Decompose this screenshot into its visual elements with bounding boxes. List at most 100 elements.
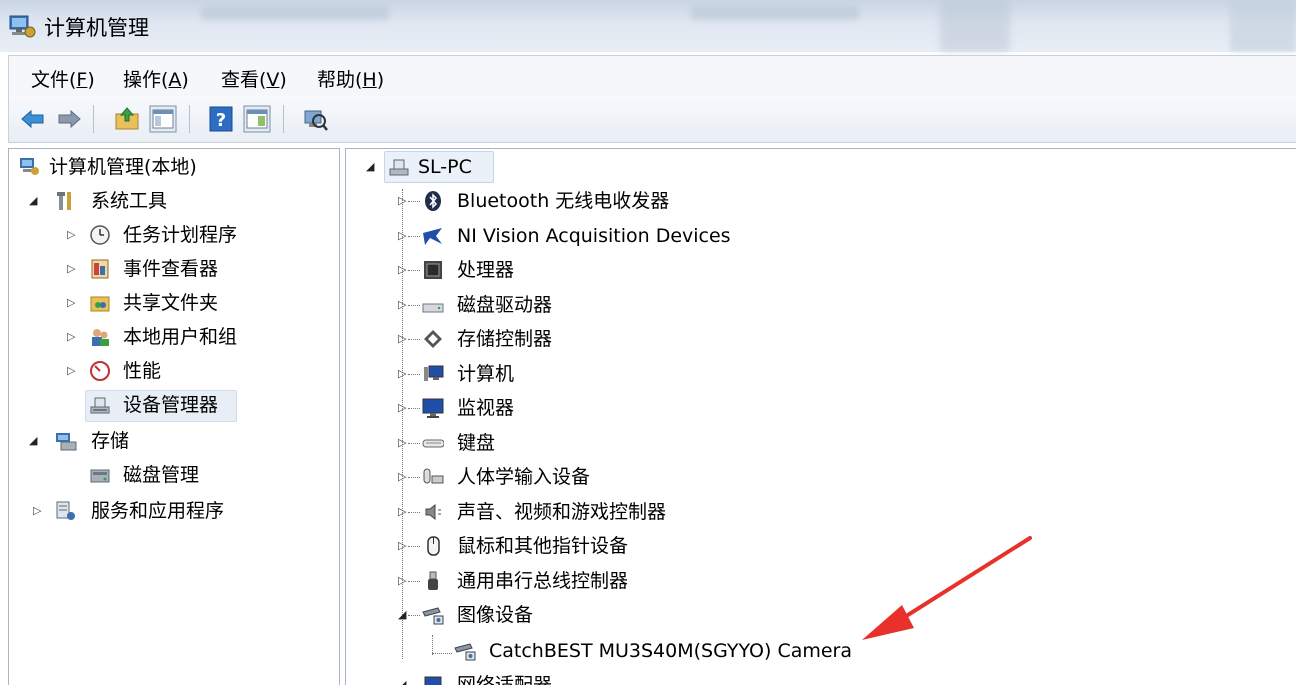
toolbar-separator (283, 105, 284, 133)
tools-icon (57, 192, 71, 210)
tree-item-ni-vision[interactable]: ▷ NI Vision Acquisition Devices (346, 220, 946, 252)
expand-triangle-icon[interactable]: ▷ (398, 496, 406, 528)
tree-item-mice[interactable]: ▷ 鼠标和其他指针设备 (346, 530, 946, 562)
tree-label: 设备管理器 (123, 394, 219, 416)
hid-icon (423, 468, 444, 484)
device-manager-icon (90, 397, 110, 414)
expand-triangle-icon[interactable]: ▷ (33, 495, 41, 527)
menu-help-key: H (362, 69, 377, 91)
menu-bar: 文件(F) 操作(A) 查看(V) 帮助(H) (8, 55, 1296, 96)
tree-line (408, 374, 420, 375)
collapse-triangle-icon[interactable]: ◢ (29, 185, 37, 217)
tree-item-processor[interactable]: ▷ 处理器 (346, 254, 946, 286)
tree-item-event-viewer[interactable]: ▷ 事件查看器 (9, 253, 329, 285)
tree-item-storage[interactable]: ◢ 存储 (9, 425, 329, 457)
tree-line (408, 581, 420, 582)
tree-item-local-users-groups[interactable]: ▷ 本地用户和组 (9, 321, 329, 353)
tree-item-hid[interactable]: ▷ 人体学输入设备 (346, 461, 946, 493)
device-tree-pane: ◢ SL-PC ▷ Bluetooth 无线电收发器 ▷ NI Vision A… (345, 148, 1296, 685)
tree-item-sl-pc[interactable]: ◢ SL-PC (346, 151, 646, 183)
tree-line (408, 305, 420, 306)
tree-label: 事件查看器 (123, 258, 219, 280)
tree-item-device-manager[interactable]: 设备管理器 (9, 389, 329, 421)
expand-triangle-icon[interactable]: ▷ (398, 530, 406, 562)
expand-triangle-icon[interactable]: ▷ (67, 219, 75, 251)
collapse-triangle-icon[interactable]: ◢ (398, 669, 406, 685)
expand-triangle-icon[interactable]: ▷ (398, 254, 406, 286)
menu-action-tail: ) (181, 69, 189, 91)
properties-icon[interactable] (243, 105, 271, 133)
expand-triangle-icon[interactable]: ▷ (67, 321, 75, 353)
tree-item-task-scheduler[interactable]: ▷ 任务计划程序 (9, 219, 329, 251)
menu-action[interactable]: 操作(A) (123, 65, 189, 92)
up-folder-icon[interactable] (113, 105, 141, 133)
expand-triangle-icon[interactable]: ▷ (67, 287, 75, 319)
expand-triangle-icon[interactable]: ▷ (398, 358, 406, 390)
menu-file-label: 文件( (31, 69, 77, 91)
tree-label: 任务计划程序 (123, 224, 238, 246)
menu-action-label: 操作( (123, 69, 169, 91)
tree-label: Bluetooth 无线电收发器 (457, 190, 670, 212)
tree-label: 系统工具 (91, 190, 168, 212)
collapse-triangle-icon[interactable]: ◢ (29, 425, 37, 457)
help-icon[interactable]: ? (207, 105, 235, 133)
storage-controller-icon (424, 330, 442, 348)
tree-item-services-applications[interactable]: ▷ 服务和应用程序 (9, 495, 329, 527)
collapse-triangle-icon[interactable]: ◢ (366, 151, 374, 183)
tree-item-shared-folders[interactable]: ▷ 共享文件夹 (9, 287, 329, 319)
tree-item-storage-controllers[interactable]: ▷ 存储控制器 (346, 323, 946, 355)
expand-triangle-icon[interactable]: ▷ (398, 323, 406, 355)
tree-item-performance[interactable]: ▷ 性能 (9, 355, 329, 387)
tree-label: 网络适配器 (457, 674, 553, 685)
tree-item-disk-management[interactable]: 磁盘管理 (9, 459, 329, 491)
processor-icon (424, 261, 442, 279)
expand-triangle-icon[interactable]: ▷ (398, 565, 406, 597)
event-viewer-icon (91, 259, 109, 279)
computer-management-icon (9, 15, 36, 38)
scan-hardware-icon[interactable] (301, 105, 329, 133)
svg-text:?: ? (216, 110, 226, 131)
collapse-triangle-icon[interactable]: ◢ (398, 599, 406, 631)
tree-item-sound-video[interactable]: ▷ 声音、视频和游戏控制器 (346, 496, 946, 528)
menu-view-tail: ) (279, 69, 287, 91)
expand-triangle-icon[interactable]: ▷ (398, 427, 406, 459)
imaging-device-icon (422, 607, 444, 625)
expand-triangle-icon[interactable]: ▷ (398, 392, 406, 424)
tree-label: 共享文件夹 (123, 292, 219, 314)
tree-item-computer-management[interactable]: 计算机管理(本地) (9, 151, 329, 183)
tree-item-disk-drives[interactable]: ▷ 磁盘驱动器 (346, 289, 946, 321)
bluetooth-icon (425, 191, 441, 211)
blurred-region (940, 0, 1010, 52)
menu-help[interactable]: 帮助(H) (317, 65, 384, 92)
tree-item-system-tools[interactable]: ◢ 系统工具 (9, 185, 329, 217)
tree-label: 通用串行总线控制器 (457, 570, 629, 592)
forward-icon[interactable] (55, 105, 83, 133)
tree-item-monitors[interactable]: ▷ 监视器 (346, 392, 946, 424)
blurred-region (690, 6, 860, 20)
back-icon[interactable] (19, 105, 47, 133)
blurred-region (1230, 0, 1296, 52)
tree-label: 磁盘管理 (123, 464, 200, 486)
blurred-region (200, 6, 390, 20)
menu-file[interactable]: 文件(F) (31, 65, 95, 92)
expand-triangle-icon[interactable]: ▷ (398, 289, 406, 321)
expand-triangle-icon[interactable]: ▷ (67, 253, 75, 285)
tree-item-computer[interactable]: ▷ 计算机 (346, 358, 946, 390)
tree-item-bluetooth[interactable]: ▷ Bluetooth 无线电收发器 (346, 185, 946, 217)
menu-view[interactable]: 查看(V) (221, 65, 287, 92)
tree-label: 监视器 (457, 397, 515, 419)
computer-icon (424, 365, 444, 381)
expand-triangle-icon[interactable]: ▷ (67, 355, 75, 387)
expand-triangle-icon[interactable]: ▷ (398, 461, 406, 493)
expand-triangle-icon[interactable]: ▷ (398, 185, 406, 217)
tree-label: 计算机 (457, 363, 515, 385)
tree-line (408, 236, 420, 237)
show-hide-tree-icon[interactable] (149, 105, 177, 133)
tree-item-imaging-devices[interactable]: ◢ 图像设备 (346, 599, 946, 631)
expand-triangle-icon[interactable]: ▷ (398, 220, 406, 252)
title-bar: 计算机管理 (0, 0, 1296, 52)
tree-item-usb[interactable]: ▷ 通用串行总线控制器 (346, 565, 946, 597)
tree-item-catchbest-camera[interactable]: CatchBEST MU3S40M(SGYYO) Camera (346, 635, 1046, 667)
tree-item-network-adapters[interactable]: ◢ 网络适配器 (346, 669, 946, 685)
tree-item-keyboards[interactable]: ▷ 键盘 (346, 427, 946, 459)
